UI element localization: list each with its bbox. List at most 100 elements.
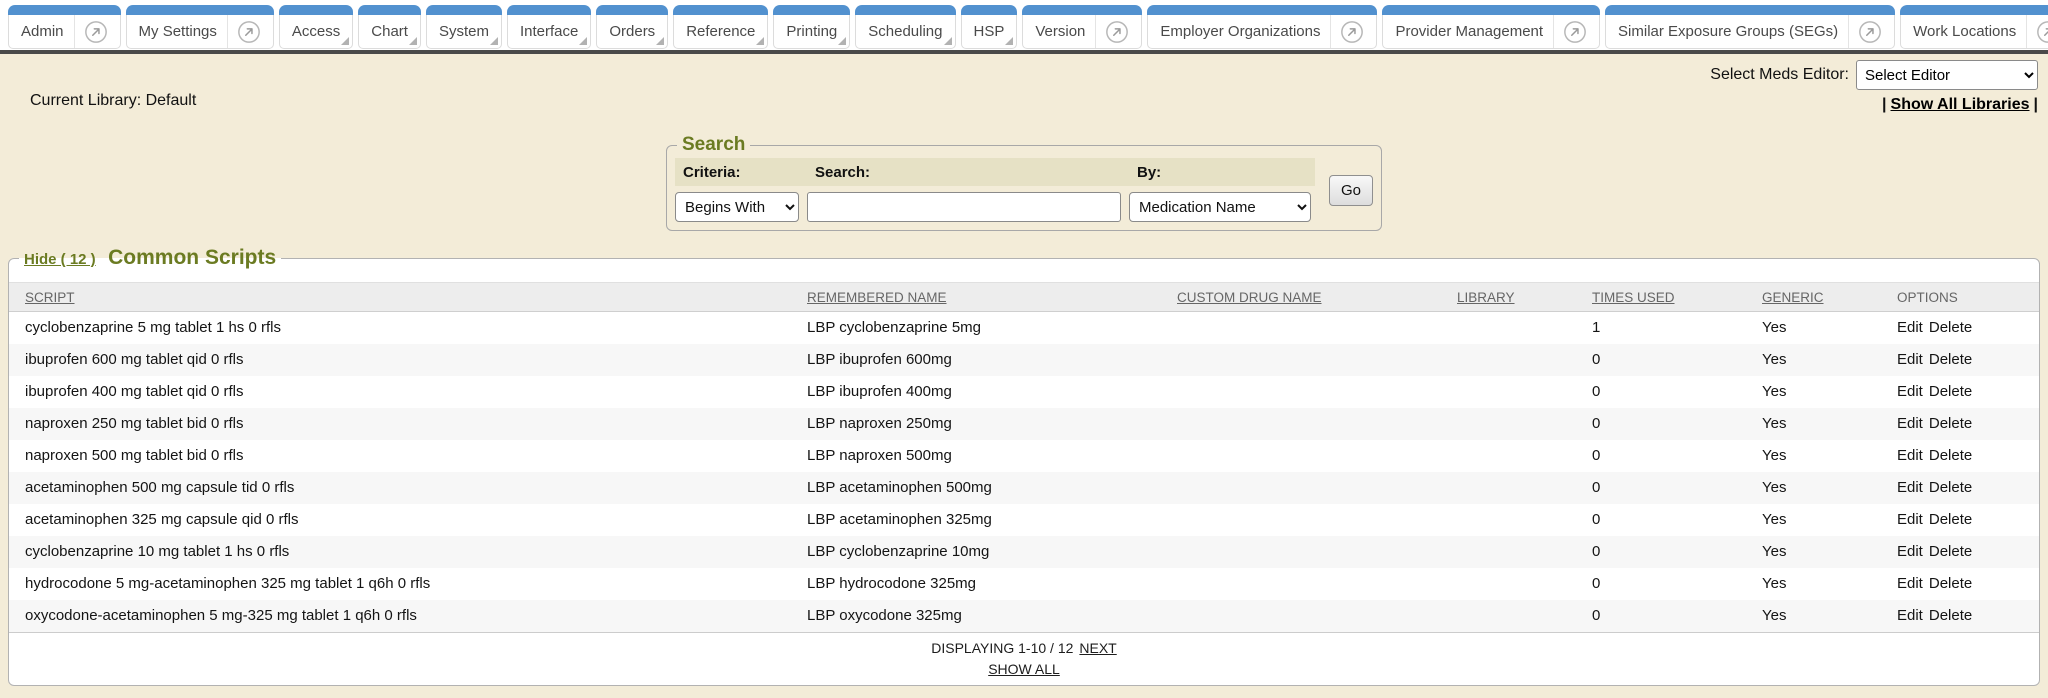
times-used-cell: 0 [1576,568,1746,600]
delete-link[interactable]: Delete [1929,511,1972,528]
search-grid: Criteria: Search: By: Begins With Medica… [675,158,1373,222]
nav-tab-printing[interactable]: Printing [773,5,850,49]
external-link-icon[interactable] [84,20,108,44]
delete-link[interactable]: Delete [1929,319,1972,336]
tab-body: System [426,15,502,49]
edit-link[interactable]: Edit [1897,511,1923,528]
times-used-cell: 0 [1576,344,1746,376]
show-all-link[interactable]: SHOW ALL [988,661,1060,677]
remembered-name-cell: LBP acetaminophen 500mg [791,472,1161,504]
column-label: OPTIONS [1897,290,1958,305]
tab-body: Version [1022,15,1142,49]
nav-tab-employer-organizations[interactable]: Employer Organizations [1147,5,1377,49]
edit-link[interactable]: Edit [1897,543,1923,560]
edit-link[interactable]: Edit [1897,575,1923,592]
custom-drug-name-cell [1161,312,1441,344]
external-link-icon[interactable] [1340,20,1364,44]
nav-tab-scheduling[interactable]: Scheduling [855,5,955,49]
edit-link[interactable]: Edit [1897,479,1923,496]
nav-tab-interface[interactable]: Interface [507,5,591,49]
options-cell: Edit Delete [1881,344,2039,376]
tab-label: HSP [974,23,1005,40]
sort-link[interactable]: TIMES USED [1592,290,1675,305]
delete-link[interactable]: Delete [1929,447,1972,464]
times-used-cell: 0 [1576,536,1746,568]
script-cell: ibuprofen 600 mg tablet qid 0 rfls [9,344,791,376]
edit-link[interactable]: Edit [1897,351,1923,368]
search-panel: Search Criteria: Search: By: Begins With… [666,134,1382,231]
dropdown-corner-icon [579,37,587,45]
nav-tab-reference[interactable]: Reference [673,5,768,49]
delete-link[interactable]: Delete [1929,415,1972,432]
external-link-icon[interactable] [1858,20,1882,44]
tab-divider [1848,15,1849,48]
options-cell: Edit Delete [1881,472,2039,504]
nav-tab-my-settings[interactable]: My Settings [126,5,274,49]
nav-tab-system[interactable]: System [426,5,502,49]
tab-label: My Settings [139,23,217,40]
meds-editor-select[interactable]: Select Editor [1856,60,2038,90]
generic-cell: Yes [1746,312,1881,344]
external-link-icon[interactable] [237,20,261,44]
options-cell: Edit Delete [1881,504,2039,536]
delete-link[interactable]: Delete [1929,383,1972,400]
sort-link[interactable]: LIBRARY [1457,290,1515,305]
edit-link[interactable]: Edit [1897,319,1923,336]
search-legend: Search [677,134,750,156]
nav-tab-version[interactable]: Version [1022,5,1142,49]
go-button[interactable]: Go [1329,175,1373,206]
table-footer: DISPLAYING 1-10 / 12NEXT SHOW ALL [9,632,2039,677]
edit-link[interactable]: Edit [1897,415,1923,432]
sort-link[interactable]: REMEMBERED NAME [807,290,947,305]
delete-link[interactable]: Delete [1929,351,1972,368]
nav-tab-provider-management[interactable]: Provider Management [1382,5,1600,49]
nav-tab-orders[interactable]: Orders [596,5,668,49]
meds-editor-row: Select Meds Editor: Select Editor [1710,60,2038,90]
tab-body: Access [279,15,353,49]
custom-drug-name-cell [1161,600,1441,632]
external-link-icon[interactable] [1105,20,1129,44]
nav-tab-similar-exposure-groups-segs[interactable]: Similar Exposure Groups (SEGs) [1605,5,1895,49]
search-label: Search: [807,158,1129,186]
by-select[interactable]: Medication Name [1129,192,1311,222]
tab-divider [1553,15,1554,48]
nav-tab-chart[interactable]: Chart [358,5,421,49]
delete-link[interactable]: Delete [1929,575,1972,592]
common-scripts-table: SCRIPT REMEMBERED NAME CUSTOM DRUG NAME LIB… [9,282,2039,632]
external-link-icon[interactable] [2036,20,2048,44]
library-cell [1441,568,1576,600]
tab-accent-bar [279,5,353,15]
tab-accent-bar [673,5,768,15]
edit-link[interactable]: Edit [1897,607,1923,624]
remembered-name-cell: LBP naproxen 500mg [791,440,1161,472]
sort-link[interactable]: CUSTOM DRUG NAME [1177,290,1322,305]
show-all-libraries-link[interactable]: Show All Libraries [1891,96,2030,113]
nav-tab-admin[interactable]: Admin [8,5,121,49]
nav-tabs: Admin My Settings AccessChart System Interfa… [8,5,2048,49]
hide-link[interactable]: Hide ( 12 ) [24,251,96,268]
search-input[interactable] [807,192,1121,222]
delete-link[interactable]: Delete [1929,607,1972,624]
tab-label: Reference [686,23,755,40]
delete-link[interactable]: Delete [1929,543,1972,560]
tab-label: System [439,23,489,40]
show-all-libraries-row: |Show All Libraries| [1710,96,2038,114]
external-link-icon[interactable] [1563,20,1587,44]
edit-link[interactable]: Edit [1897,447,1923,464]
next-link[interactable]: NEXT [1079,640,1116,656]
tab-label: Version [1035,23,1085,40]
nav-tab-work-locations[interactable]: Work Locations [1900,5,2048,49]
tab-label: Provider Management [1395,23,1543,40]
library-cell [1441,440,1576,472]
edit-link[interactable]: Edit [1897,383,1923,400]
criteria-select[interactable]: Begins With [675,192,799,222]
nav-tab-hsp[interactable]: HSP [961,5,1018,49]
sort-link[interactable]: SCRIPT [25,290,75,305]
current-library-label: Current Library: Default [30,92,196,110]
tab-body: Orders [596,15,668,49]
tab-label: Similar Exposure Groups (SEGs) [1618,23,1838,40]
sort-link[interactable]: GENERIC [1762,290,1824,305]
delete-link[interactable]: Delete [1929,479,1972,496]
times-used-cell: 1 [1576,312,1746,344]
nav-tab-access[interactable]: Access [279,5,353,49]
